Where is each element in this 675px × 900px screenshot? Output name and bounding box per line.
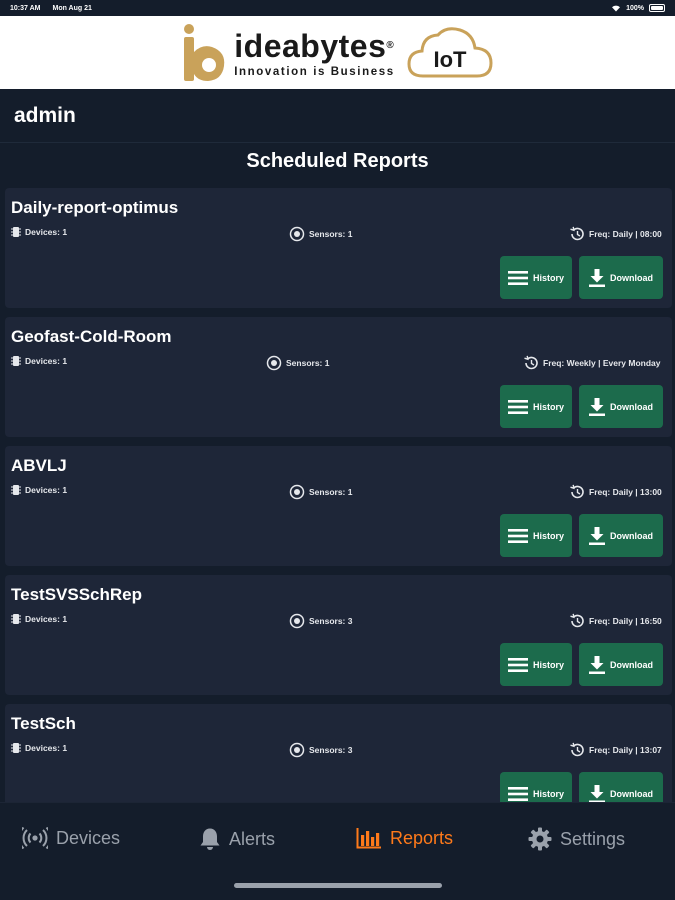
bell-icon: [200, 828, 220, 850]
download-button[interactable]: Download: [579, 772, 663, 802]
report-name: Geofast-Cold-Room: [11, 327, 172, 346]
history-button[interactable]: History: [500, 772, 572, 802]
report-list[interactable]: Daily-report-optimus Devices: 1 Sensors:…: [0, 188, 675, 802]
sensor-icon: [289, 742, 305, 758]
chip-icon: [11, 485, 21, 495]
report-name: TestSVSSchRep: [11, 585, 143, 604]
sensors-count: Sensors: 1: [266, 355, 329, 371]
report-card: Daily-report-optimus Devices: 1 Sensors:…: [5, 188, 672, 308]
history-button[interactable]: History: [500, 385, 572, 428]
svg-text:IoT: IoT: [433, 47, 467, 72]
devices-count: Devices: 1: [11, 742, 67, 754]
sensors-count: Sensors: 1: [289, 226, 352, 242]
sensor-icon: [289, 484, 305, 500]
nav-alerts-label: Alerts: [229, 828, 276, 849]
download-button[interactable]: Download: [579, 643, 663, 686]
nav-devices-label: Devices: [56, 827, 121, 848]
download-icon: [589, 784, 605, 802]
download-button[interactable]: Download: [579, 385, 663, 428]
home-indicator[interactable]: [234, 883, 442, 888]
chip-icon: [11, 614, 21, 624]
devices-count: Devices: 1: [11, 226, 67, 238]
logo-brand-text: ideabytes®: [234, 27, 395, 64]
status-time: 10:37 AM: [10, 4, 41, 12]
nav-tab-devices[interactable]: Devices: [22, 827, 120, 849]
status-date: Mon Aug 21: [52, 4, 92, 12]
user-header: admin: [0, 89, 675, 143]
menu-lines-icon: [507, 270, 528, 285]
history-clock-icon: [524, 355, 538, 370]
signal-waves-icon: [22, 827, 48, 849]
gear-icon: [528, 827, 552, 851]
chip-icon: [11, 356, 21, 366]
iot-cloud-icon: IoT: [407, 26, 493, 77]
history-clock-icon: [570, 742, 584, 757]
status-bar: 10:37 AM Mon Aug 21 100%: [0, 0, 675, 16]
frequency: Freq: Daily | 13:00: [569, 484, 662, 500]
nav-tab-alerts[interactable]: Alerts: [199, 827, 275, 851]
devices-count: Devices: 1: [11, 613, 67, 625]
download-icon: [589, 655, 605, 674]
menu-lines-icon: [507, 657, 528, 672]
report-card: ABVLJ Devices: 1 Sensors: 1 Freq: Daily …: [5, 446, 672, 566]
history-clock-icon: [570, 613, 584, 628]
frequency: Freq: Daily | 13:07: [569, 742, 662, 758]
chip-icon: [11, 743, 21, 753]
sensors-count: Sensors: 1: [289, 484, 352, 500]
sensors-count: Sensors: 3: [289, 613, 352, 629]
username: admin: [14, 103, 76, 127]
sensor-icon: [289, 613, 305, 629]
page-title: Scheduled Reports: [246, 150, 429, 172]
nav-tab-reports[interactable]: Reports: [356, 827, 453, 849]
history-clock-icon: [570, 484, 584, 499]
report-name: Daily-report-optimus: [11, 198, 179, 217]
download-button[interactable]: Download: [579, 514, 663, 557]
nav-settings-label: Settings: [560, 828, 626, 849]
download-icon: [589, 526, 605, 545]
history-button[interactable]: History: [500, 256, 572, 299]
logo-tagline: Innovation is Business: [234, 65, 395, 78]
report-name: TestSch: [11, 714, 76, 733]
history-button[interactable]: History: [500, 514, 572, 557]
frequency: Freq: Daily | 16:50: [569, 613, 662, 629]
nav-reports-label: Reports: [390, 827, 454, 848]
bar-chart-icon: [356, 828, 381, 849]
logo-header: ideabytes® Innovation is Business IoT: [0, 16, 675, 89]
download-button[interactable]: Download: [579, 256, 663, 299]
sensors-count: Sensors: 3: [289, 742, 352, 758]
brand-logo: ideabytes® Innovation is Business IoT: [180, 22, 494, 84]
download-icon: [589, 397, 605, 416]
devices-count: Devices: 1: [11, 484, 67, 496]
devices-count: Devices: 1: [11, 355, 67, 367]
ideabytes-logo-mark-icon: [184, 23, 225, 81]
report-card: Geofast-Cold-Room Devices: 1 Sensors: 1 …: [5, 317, 672, 437]
history-button[interactable]: History: [500, 643, 572, 686]
history-clock-icon: [570, 226, 584, 241]
sensor-icon: [266, 355, 282, 371]
frequency: Freq: Daily | 08:00: [569, 226, 662, 242]
battery-percent: 100%: [626, 4, 644, 12]
report-card: TestSch Devices: 1 Sensors: 3 Freq: Dail…: [5, 704, 672, 802]
report-name: ABVLJ: [11, 456, 67, 475]
menu-lines-icon: [507, 399, 528, 414]
sensor-icon: [289, 226, 305, 242]
menu-lines-icon: [507, 786, 528, 801]
bottom-nav: Devices Alerts Reports Settings: [0, 802, 675, 900]
battery-icon: [649, 4, 665, 12]
status-right: 100%: [611, 4, 665, 12]
nav-tab-settings[interactable]: Settings: [528, 827, 625, 851]
menu-lines-icon: [507, 528, 528, 543]
wifi-icon: [612, 5, 621, 12]
frequency: Freq: Weekly | Every Monday: [523, 355, 661, 371]
download-icon: [589, 268, 605, 287]
report-card: TestSVSSchRep Devices: 1 Sensors: 3 Freq…: [5, 575, 672, 695]
chip-icon: [11, 227, 21, 237]
